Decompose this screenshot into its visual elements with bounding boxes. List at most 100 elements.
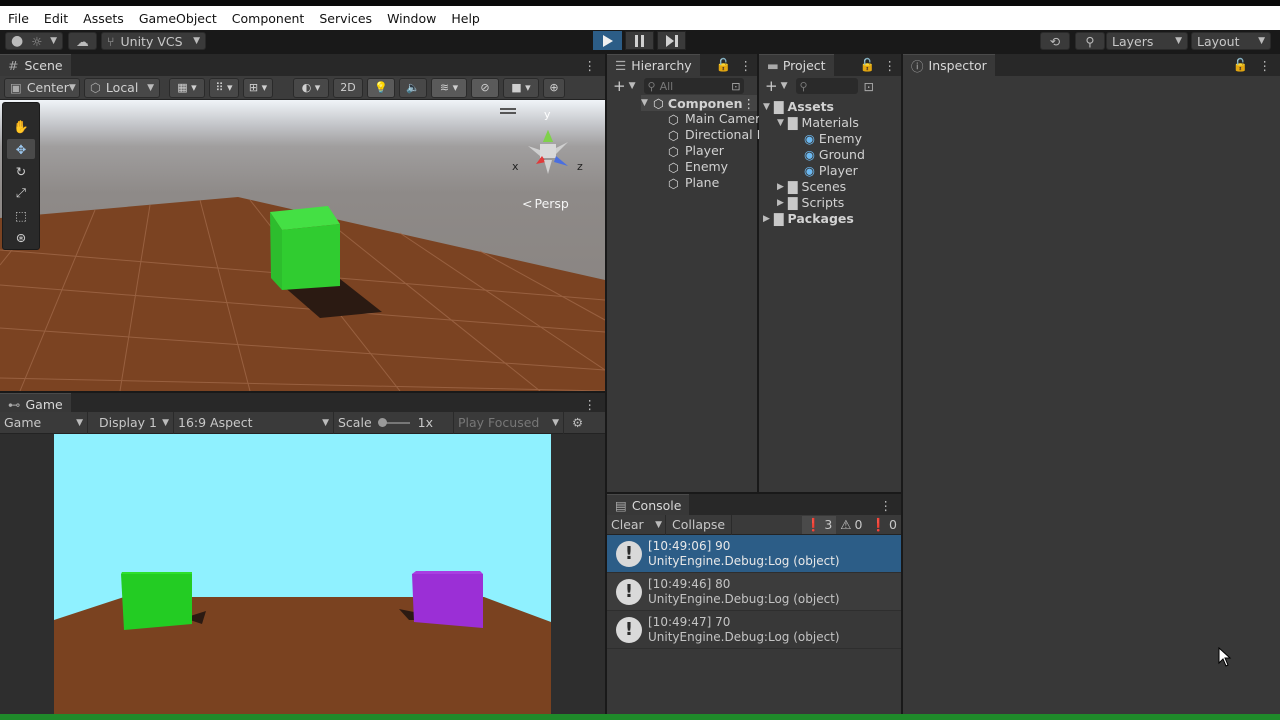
more-icon[interactable]: ⋮ xyxy=(880,498,893,513)
more-icon[interactable]: ⋮ xyxy=(884,58,897,73)
tab-hierarchy[interactable]: ☰ Hierarchy xyxy=(607,54,700,76)
player-cube[interactable] xyxy=(121,572,192,630)
camera-settings-button[interactable]: ■ ▾ xyxy=(503,77,539,98)
scale-slider[interactable] xyxy=(377,417,410,427)
scale-slider-thumb[interactable] xyxy=(377,417,387,427)
hierarchy-scene-root[interactable]: ▼ ⬡ Componen ⋮ xyxy=(641,95,757,111)
folder-label: Assets xyxy=(787,99,834,114)
move-tool-icon[interactable]: ✥ xyxy=(7,139,35,159)
project-material-enemy[interactable]: ◉ Enemy xyxy=(804,131,862,146)
more-icon[interactable]: ⋮ xyxy=(584,58,597,73)
cloud-button[interactable]: ☁ xyxy=(68,32,97,50)
project-material-player[interactable]: ◉ Player xyxy=(804,163,858,178)
play-mode-dropdown[interactable]: Play Focused ▼ xyxy=(454,411,564,434)
project-folder-scripts[interactable]: ▶ ▇ Scripts xyxy=(777,195,844,210)
project-folder-packages[interactable]: ▶ ▇ Packages xyxy=(763,211,854,226)
filter-icon[interactable]: ⊡ xyxy=(731,80,740,93)
console-log-entry[interactable]: ! [10:49:47] 70 UnityEngine.Debug:Log (o… xyxy=(607,611,901,649)
display-dropdown[interactable]: Display 1 ▼ xyxy=(88,411,174,434)
grid-snap-button[interactable]: ▦ ▾ xyxy=(169,77,205,98)
bug-icon[interactable]: ⚙ xyxy=(572,415,583,430)
clear-dropdown[interactable]: Clear ▼ xyxy=(607,515,665,535)
gizmos-button[interactable]: ⊕ xyxy=(543,77,565,98)
chevron-down-icon[interactable]: ▼ xyxy=(629,81,636,91)
version-control-dropdown[interactable]: ⑂ Unity VCS ▼ xyxy=(101,32,206,50)
project-folder-scenes[interactable]: ▶ ▇ Scenes xyxy=(777,179,846,194)
step-button[interactable] xyxy=(657,31,686,50)
pause-button[interactable] xyxy=(625,31,654,50)
more-icon[interactable]: ⋮ xyxy=(740,58,753,73)
tab-project[interactable]: ▬ Project xyxy=(759,54,834,76)
add-icon[interactable]: + xyxy=(613,77,626,95)
tab-console[interactable]: ▤ Console xyxy=(607,494,690,516)
hierarchy-item-main-camera[interactable]: ⬡ Main Camer xyxy=(668,111,760,127)
warning-count-toggle[interactable]: ⚠ 0 xyxy=(836,516,866,534)
visibility-button[interactable]: ⊘ xyxy=(471,77,499,98)
toggle-2d-button[interactable]: 2D xyxy=(333,77,363,98)
hierarchy-search[interactable]: ⚲ All ⊡ xyxy=(643,78,744,94)
audio-button[interactable]: 🔈 xyxy=(399,77,427,98)
lock-icon[interactable]: 🔓 xyxy=(716,57,732,73)
lighting-button[interactable]: 💡 xyxy=(367,77,395,98)
undo-history-button[interactable]: ⟲ xyxy=(1040,32,1070,50)
menu-window[interactable]: Window xyxy=(387,11,436,26)
rotate-tool-icon[interactable]: ↻ xyxy=(7,161,35,181)
scale-tool-icon[interactable]: ⤢ xyxy=(7,183,35,203)
player-cube[interactable] xyxy=(270,206,340,290)
view-select-dropdown[interactable]: Game ▼ xyxy=(0,411,88,434)
menu-file[interactable]: File xyxy=(8,11,29,26)
overlay-menu-handle[interactable] xyxy=(500,108,516,110)
menu-edit[interactable]: Edit xyxy=(44,11,68,26)
error-count-toggle[interactable]: ❗ 0 xyxy=(866,516,901,534)
shading-mode-button[interactable]: ◐ ▾ xyxy=(293,77,329,98)
effects-button[interactable]: ≋ ▾ xyxy=(431,77,467,98)
pivot-dropdown[interactable]: ▣ Center ▼ xyxy=(4,77,80,98)
orientation-gizmo[interactable] xyxy=(508,112,588,192)
menu-assets[interactable]: Assets xyxy=(83,11,124,26)
hierarchy-item-directional-light[interactable]: ⬡ Directional L xyxy=(668,127,764,143)
increment-snap-button[interactable]: ⠿ ▾ xyxy=(209,77,239,98)
add-icon[interactable]: + xyxy=(765,77,778,95)
filter-type-icon[interactable]: ⊡ xyxy=(864,79,874,94)
project-folder-assets[interactable]: ▼ ▇ Assets xyxy=(763,99,834,114)
hand-tool-icon[interactable]: ✋ xyxy=(7,117,35,137)
aspect-dropdown[interactable]: 16:9 Aspect ▼ xyxy=(174,411,334,434)
play-button[interactable] xyxy=(593,31,622,50)
toggle-2d-label: 2D xyxy=(340,81,356,94)
game-viewport[interactable] xyxy=(54,434,551,714)
layers-dropdown[interactable]: Layers ▼ xyxy=(1106,32,1188,50)
chevron-down-icon[interactable]: ▼ xyxy=(781,81,788,91)
tab-scene[interactable]: # Scene xyxy=(0,54,71,76)
enemy-cube[interactable] xyxy=(412,571,483,628)
scene-viewport[interactable]: ✋ ✥ ↻ ⤢ ⬚ ⊛ y x z < Persp xyxy=(0,100,605,391)
layout-dropdown[interactable]: Layout ▼ xyxy=(1191,32,1271,50)
console-log-entry[interactable]: ! [10:49:06] 90 UnityEngine.Debug:Log (o… xyxy=(607,535,901,573)
space-dropdown[interactable]: ⬡ Local ▼ xyxy=(84,77,160,98)
console-log-entry[interactable]: ! [10:49:46] 80 UnityEngine.Debug:Log (o… xyxy=(607,573,901,611)
rect-tool-icon[interactable]: ⬚ xyxy=(7,205,35,225)
search-button[interactable]: ⚲ xyxy=(1075,32,1105,50)
transform-tool-icon[interactable]: ⊛ xyxy=(7,227,35,247)
menu-component[interactable]: Component xyxy=(232,11,305,26)
hierarchy-item-enemy[interactable]: ⬡ Enemy xyxy=(668,159,728,175)
project-folder-materials[interactable]: ▼ ▇ Materials xyxy=(777,115,859,130)
projection-toggle[interactable]: < Persp xyxy=(522,196,569,211)
menu-help[interactable]: Help xyxy=(451,11,480,26)
hierarchy-item-player[interactable]: ⬡ Player xyxy=(668,143,724,159)
hierarchy-item-plane[interactable]: ⬡ Plane xyxy=(668,175,719,191)
lock-icon[interactable]: 🔓 xyxy=(860,57,876,73)
account-dropdown[interactable]: ● ☼ ▼ xyxy=(5,32,63,50)
log-count-toggle[interactable]: ❗ 3 xyxy=(801,515,837,534)
project-material-ground[interactable]: ◉ Ground xyxy=(804,147,865,162)
more-icon[interactable]: ⋮ xyxy=(584,397,597,412)
ruler-button[interactable]: ⊞ ▾ xyxy=(243,77,273,98)
more-icon[interactable]: ⋮ xyxy=(743,96,756,111)
lock-icon[interactable]: 🔓 xyxy=(1233,57,1249,73)
tab-inspector[interactable]: ⓘ Inspector xyxy=(903,54,995,76)
menu-gameobject[interactable]: GameObject xyxy=(139,11,217,26)
more-icon[interactable]: ⋮ xyxy=(1259,58,1272,73)
collapse-toggle[interactable]: Collapse xyxy=(665,514,733,535)
material-label: Player xyxy=(818,163,858,178)
project-search[interactable]: ⚲ xyxy=(795,78,858,94)
menu-services[interactable]: Services xyxy=(319,11,372,26)
